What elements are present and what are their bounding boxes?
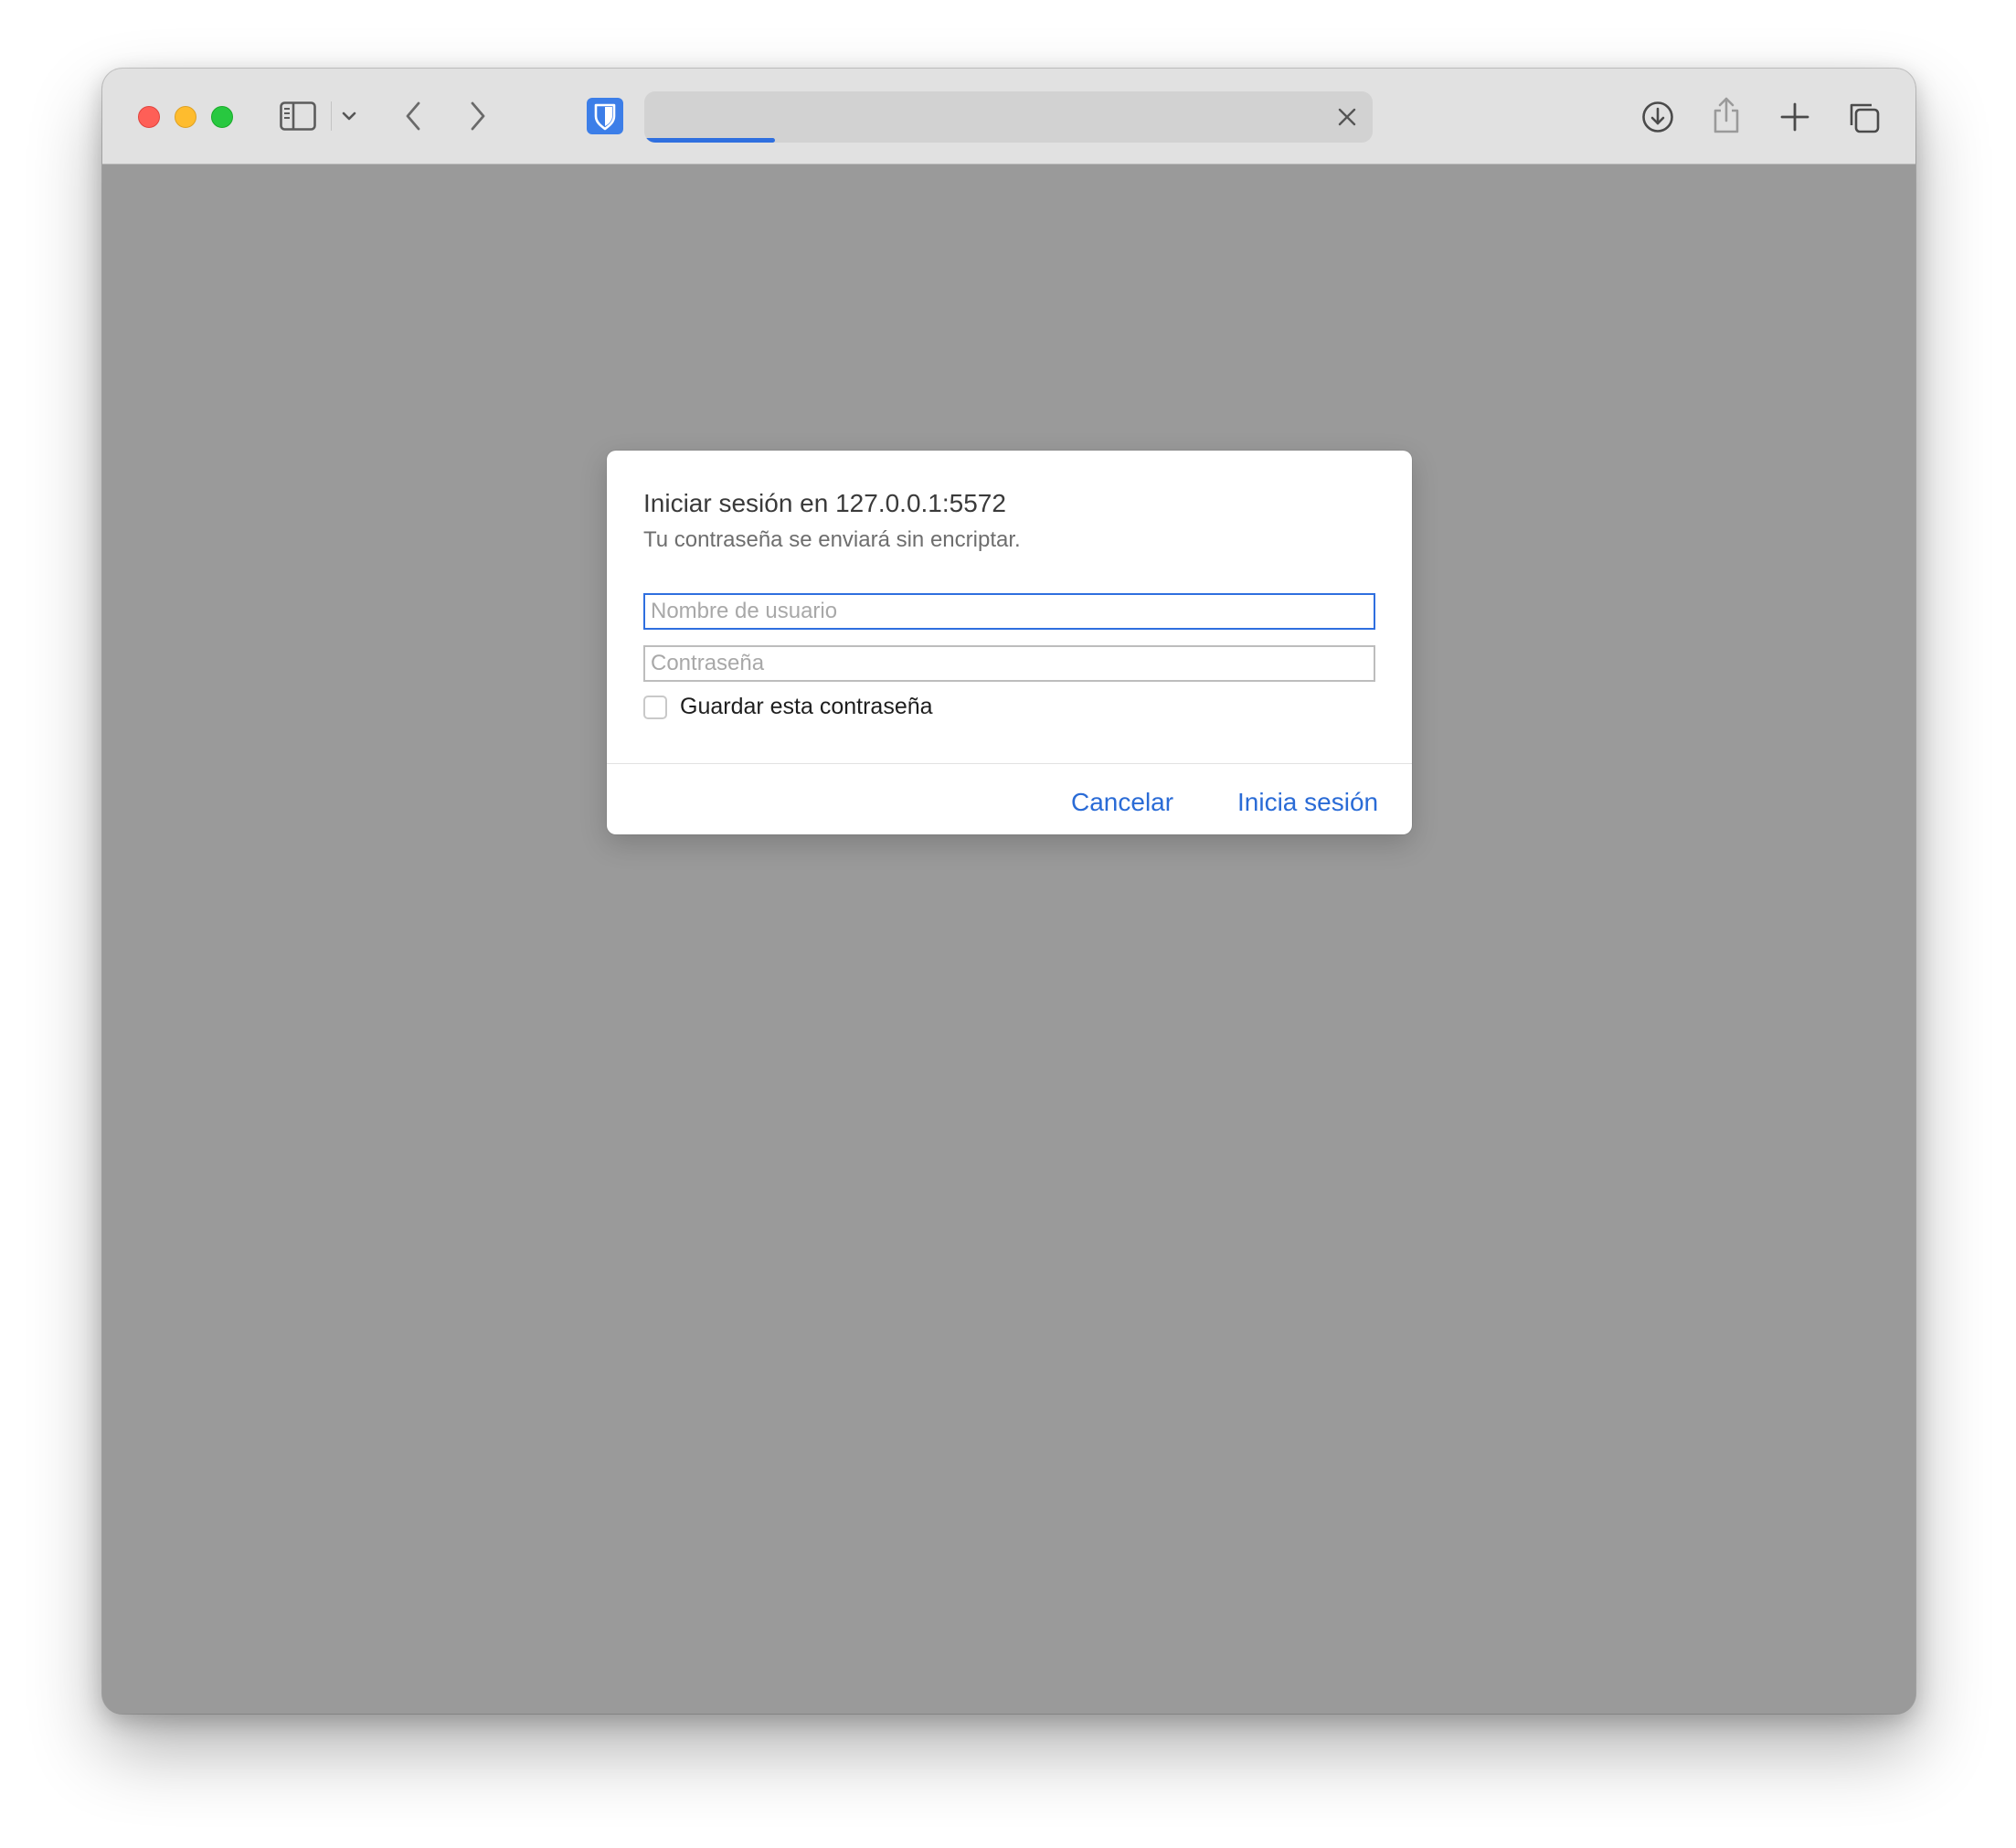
close-window-button[interactable] <box>138 106 160 128</box>
chevron-down-icon[interactable] <box>342 111 356 122</box>
chevron-right-icon[interactable] <box>468 101 488 132</box>
download-icon[interactable] <box>1641 101 1674 133</box>
share-icon[interactable] <box>1711 96 1742 134</box>
bitwarden-shield-icon[interactable] <box>587 98 623 134</box>
remember-password-checkbox[interactable] <box>643 696 667 719</box>
toolbar-separator <box>331 101 332 131</box>
maximize-window-button[interactable] <box>211 106 233 128</box>
page-load-progress <box>644 138 775 143</box>
password-input[interactable] <box>643 645 1375 682</box>
browser-window: Iniciar sesión en 127.0.0.1:5572 Tu cont… <box>102 69 1915 1714</box>
dialog-divider <box>607 763 1412 764</box>
close-icon[interactable] <box>1334 104 1360 130</box>
login-button[interactable]: Inicia sesión <box>1237 788 1378 817</box>
login-dialog: Iniciar sesión en 127.0.0.1:5572 Tu cont… <box>607 451 1412 834</box>
browser-toolbar <box>102 69 1915 165</box>
cancel-button[interactable]: Cancelar <box>1071 788 1173 817</box>
dialog-title: Iniciar sesión en 127.0.0.1:5572 <box>643 489 1006 517</box>
page-content: Iniciar sesión en 127.0.0.1:5572 Tu cont… <box>102 165 1915 1714</box>
tabs-icon[interactable] <box>1846 100 1881 134</box>
username-input[interactable] <box>643 593 1375 630</box>
address-bar[interactable] <box>644 91 1373 143</box>
chevron-left-icon[interactable] <box>403 101 423 132</box>
dialog-subtitle: Tu contraseña se enviará sin encriptar. <box>643 527 1021 552</box>
minimize-window-button[interactable] <box>175 106 196 128</box>
sidebar-icon[interactable] <box>280 101 316 131</box>
remember-password-label[interactable]: Guardar esta contraseña <box>680 694 933 720</box>
plus-icon[interactable] <box>1780 102 1809 132</box>
